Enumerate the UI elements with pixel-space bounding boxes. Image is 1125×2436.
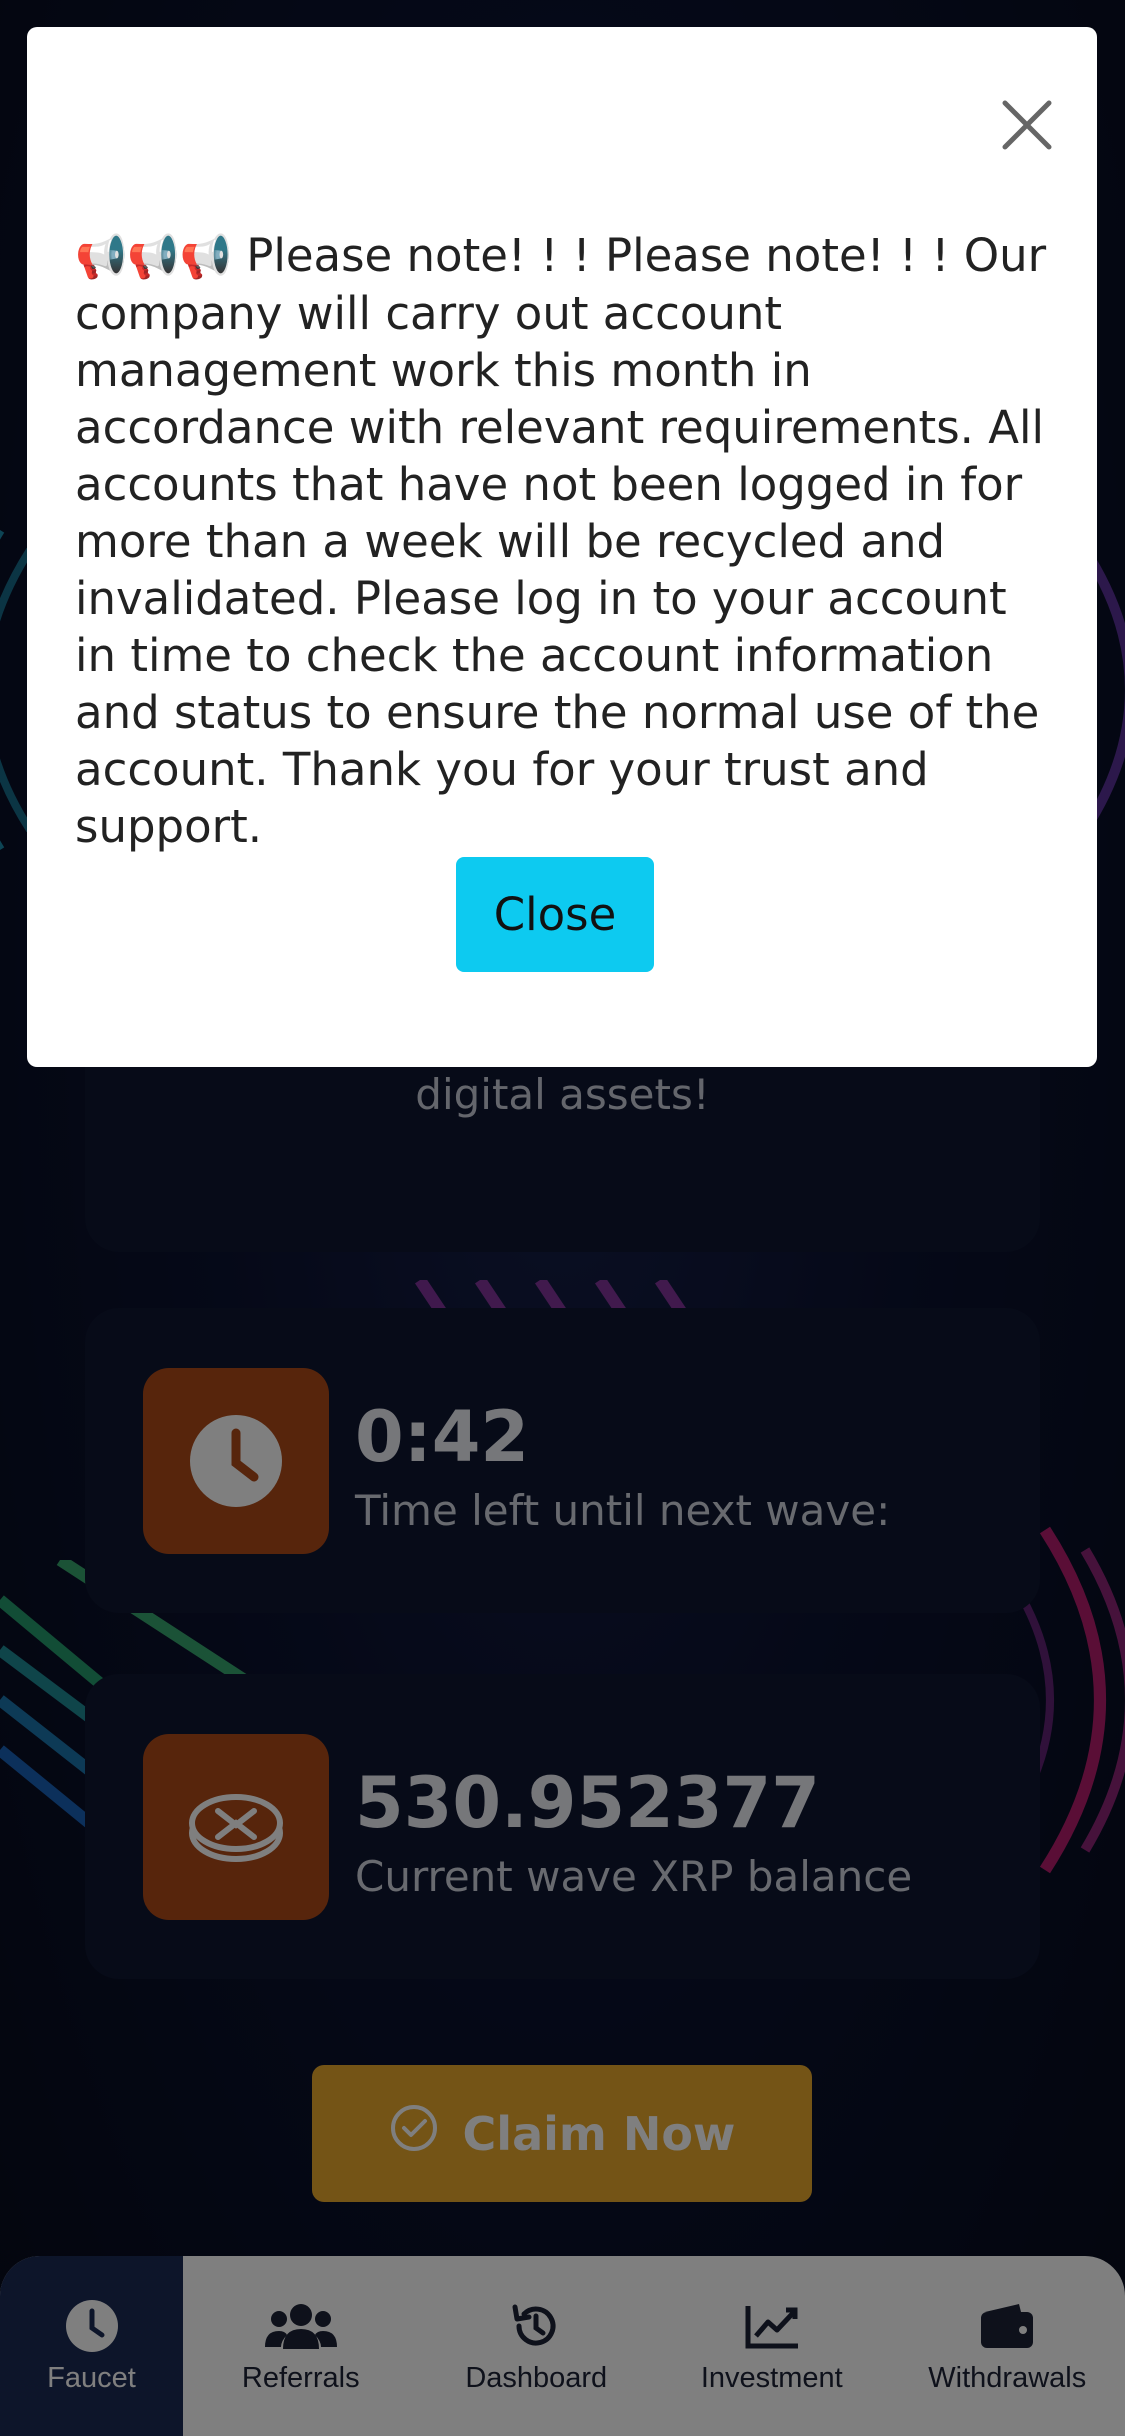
megaphone-icon: 📢📢📢 [75,232,232,281]
close-button[interactable]: Close [456,857,654,972]
notice-text: Please note! ! ! Please note! ! ! Our co… [75,229,1047,853]
close-icon[interactable] [997,95,1057,155]
notice-modal: 📢📢📢 Please note! ! ! Please note! ! ! Ou… [27,27,1097,1067]
notice-message: 📢📢📢 Please note! ! ! Please note! ! ! Ou… [75,227,1057,855]
